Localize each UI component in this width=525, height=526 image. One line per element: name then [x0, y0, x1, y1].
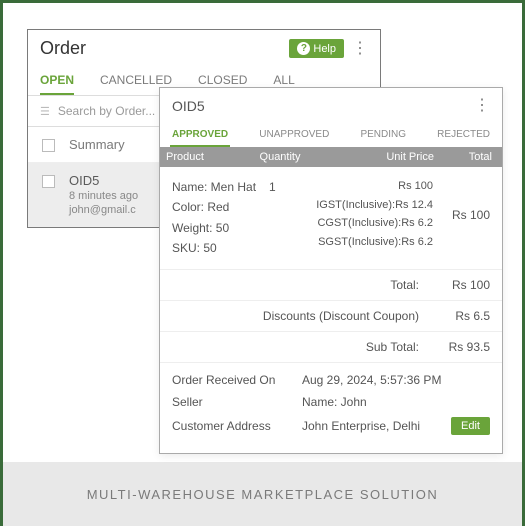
- product-row: Name: Men Hat Color: Red Weight: 50 SKU:…: [160, 167, 502, 269]
- total-label: Total:: [172, 278, 419, 292]
- tab-pending[interactable]: PENDING: [358, 124, 408, 147]
- product-sku: SKU: 50: [172, 238, 267, 258]
- col-total: Total: [440, 147, 502, 167]
- total-value: Rs 100: [435, 278, 490, 292]
- more-icon[interactable]: ⋮: [474, 101, 490, 111]
- subtotal-label: Sub Total:: [172, 340, 419, 354]
- seller-label: Seller: [172, 395, 302, 409]
- tab-open[interactable]: OPEN: [40, 67, 74, 95]
- help-label: Help: [313, 43, 336, 55]
- unit-price: Rs 100: [301, 177, 433, 196]
- tab-rejected[interactable]: REJECTED: [435, 124, 492, 147]
- cgst: CGST(Inclusive):Rs 6.2: [301, 214, 433, 233]
- checkbox[interactable]: [42, 139, 55, 152]
- filter-icon[interactable]: ☰: [40, 105, 50, 118]
- row-total: Rs 100: [435, 177, 490, 225]
- summary-label: Summary: [69, 137, 125, 152]
- table-header: Product Quantity Unit Price Total: [160, 147, 502, 167]
- orders-title: Order: [40, 38, 86, 59]
- received-value: Aug 29, 2024, 5:57:36 PM: [302, 373, 490, 387]
- col-unit: Unit Price: [310, 147, 440, 167]
- sgst: SGST(Inclusive):Rs 6.2: [301, 233, 433, 252]
- product-name: Name: Men Hat: [172, 177, 267, 197]
- product-weight: Weight: 50: [172, 218, 267, 238]
- more-icon[interactable]: ⋮: [352, 44, 368, 54]
- tab-unapproved[interactable]: UNAPPROVED: [257, 124, 331, 147]
- subtotal-value: Rs 93.5: [435, 340, 490, 354]
- footer-text: MULTI-WAREHOUSE MARKETPLACE SOLUTION: [3, 462, 522, 526]
- tab-approved[interactable]: APPROVED: [170, 124, 230, 147]
- order-email: john@gmail.c: [69, 204, 138, 216]
- search-input[interactable]: Search by Order...: [58, 104, 155, 118]
- checkbox[interactable]: [42, 175, 55, 188]
- order-id: OID5: [69, 173, 138, 188]
- edit-button[interactable]: Edit: [451, 417, 490, 435]
- help-icon: ?: [297, 42, 310, 55]
- help-button[interactable]: ? Help: [289, 39, 344, 58]
- received-label: Order Received On: [172, 373, 302, 387]
- detail-title: OID5: [172, 98, 205, 114]
- product-qty: 1: [269, 177, 299, 197]
- discount-label: Discounts (Discount Coupon): [172, 309, 419, 323]
- address-value: John Enterprise, Delhi: [302, 419, 451, 433]
- igst: IGST(Inclusive):Rs 12.4: [301, 196, 433, 215]
- seller-value: Name: John: [302, 395, 490, 409]
- col-qty: Quantity: [250, 147, 310, 167]
- address-label: Customer Address: [172, 419, 302, 433]
- discount-value: Rs 6.5: [435, 309, 490, 323]
- order-time: 8 minutes ago: [69, 190, 138, 202]
- order-detail-panel: OID5 ⋮ APPROVED UNAPPROVED PENDING REJEC…: [159, 87, 503, 454]
- col-product: Product: [160, 147, 250, 167]
- product-color: Color: Red: [172, 197, 267, 217]
